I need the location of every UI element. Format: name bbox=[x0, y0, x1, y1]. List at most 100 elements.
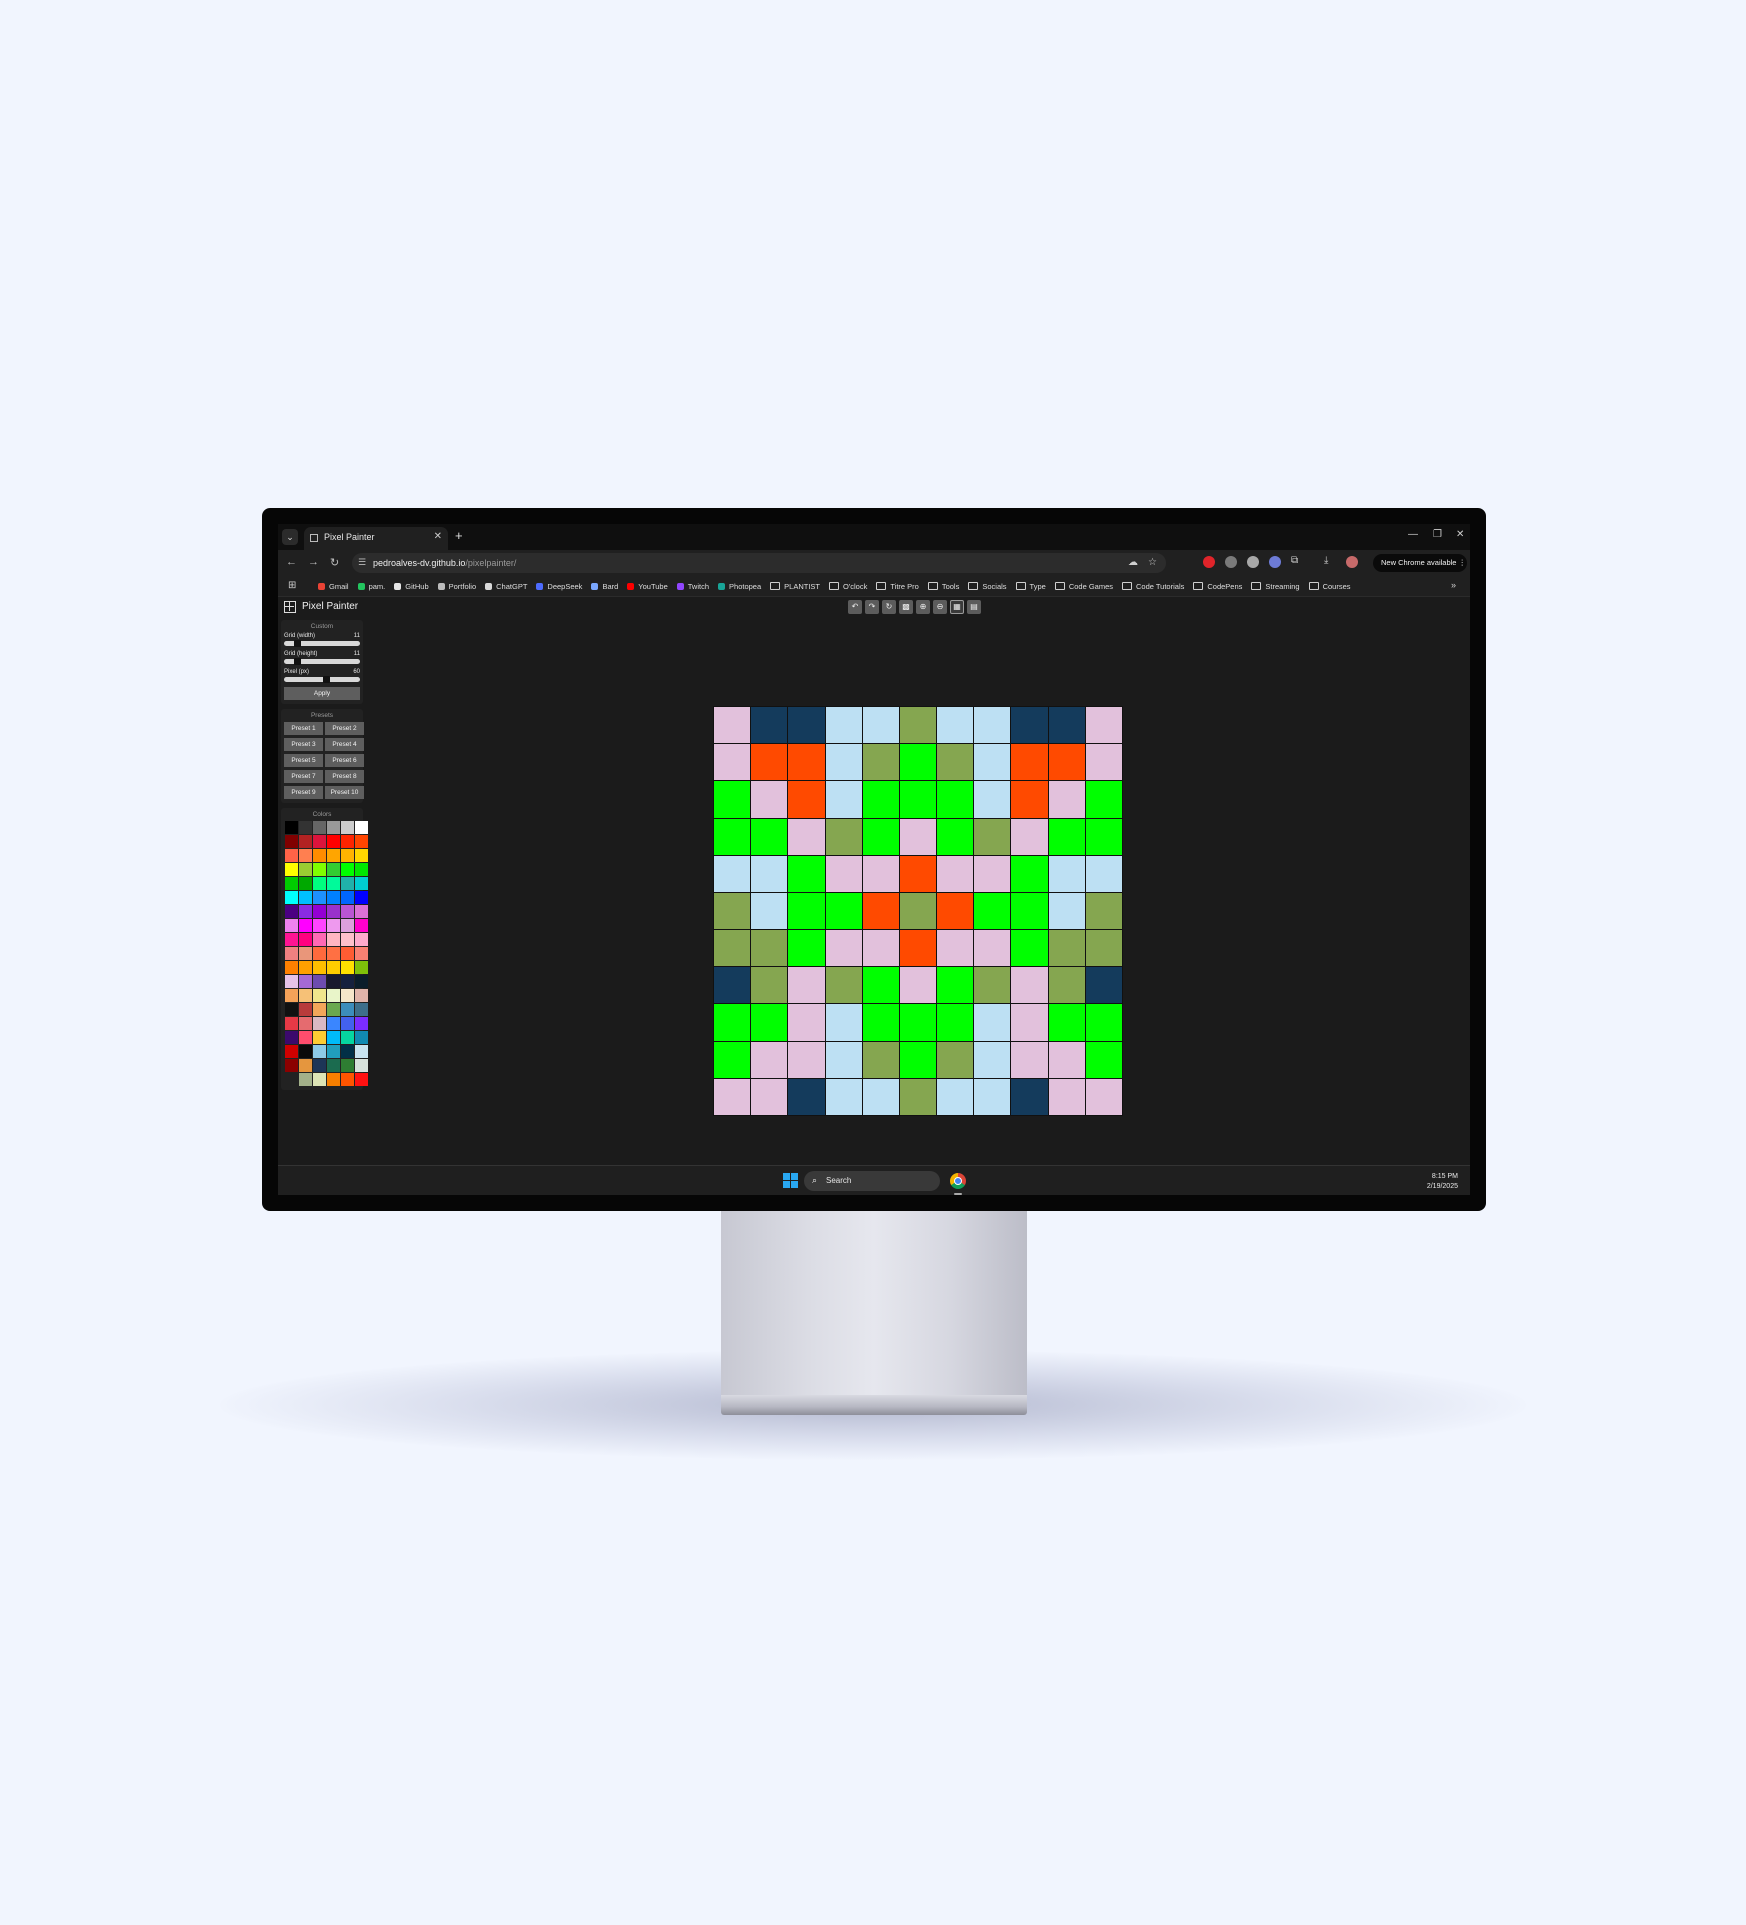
extension-blue-icon[interactable] bbox=[1269, 556, 1281, 568]
canvas-pixel[interactable] bbox=[1011, 967, 1048, 1004]
color-swatch[interactable] bbox=[341, 891, 354, 904]
color-swatch[interactable] bbox=[341, 1017, 354, 1030]
canvas-pixel[interactable] bbox=[862, 930, 899, 967]
color-swatch[interactable] bbox=[327, 1045, 340, 1058]
canvas-pixel[interactable] bbox=[751, 855, 788, 892]
preset-10-button[interactable]: Preset 10 bbox=[325, 786, 364, 799]
canvas-pixel[interactable] bbox=[751, 1041, 788, 1078]
color-swatch[interactable] bbox=[313, 849, 326, 862]
cloud-icon[interactable]: ☁ bbox=[1128, 557, 1138, 568]
canvas-pixel[interactable] bbox=[1011, 818, 1048, 855]
color-swatch[interactable] bbox=[299, 1059, 312, 1072]
canvas-pixel[interactable] bbox=[899, 967, 937, 1004]
color-swatch[interactable] bbox=[299, 975, 312, 988]
color-swatch[interactable] bbox=[355, 1031, 368, 1044]
color-swatch[interactable] bbox=[327, 835, 340, 848]
color-swatch[interactable] bbox=[285, 877, 298, 890]
grid-height-slider-thumb[interactable] bbox=[293, 658, 301, 665]
bookmark-streaming[interactable]: Streaming bbox=[1251, 582, 1300, 591]
canvas-pixel[interactable] bbox=[714, 930, 751, 967]
canvas-pixel[interactable] bbox=[974, 744, 1011, 781]
bookmark-o-clock[interactable]: O'clock bbox=[829, 582, 867, 591]
color-swatch[interactable] bbox=[299, 919, 312, 932]
canvas-pixel[interactable] bbox=[862, 818, 899, 855]
bookmark-youtube[interactable]: YouTube bbox=[627, 582, 668, 591]
canvas-pixel[interactable] bbox=[862, 781, 899, 818]
color-swatch[interactable] bbox=[341, 989, 354, 1002]
bookmark-titre-pro[interactable]: Titre Pro bbox=[876, 582, 919, 591]
redo-icon[interactable]: ↷ bbox=[865, 600, 879, 614]
chrome-taskbar-icon[interactable] bbox=[950, 1173, 966, 1189]
canvas-pixel[interactable] bbox=[825, 707, 862, 744]
color-swatch[interactable] bbox=[285, 933, 298, 946]
forward-icon[interactable]: → bbox=[308, 556, 319, 568]
grid-toggle-icon[interactable]: ▦ bbox=[950, 600, 964, 614]
canvas-pixel[interactable] bbox=[788, 967, 825, 1004]
canvas-pixel[interactable] bbox=[751, 744, 788, 781]
color-swatch[interactable] bbox=[313, 891, 326, 904]
canvas-pixel[interactable] bbox=[825, 855, 862, 892]
address-bar[interactable]: ☰ pedroalves-dv.github.io/pixelpainter/ … bbox=[352, 553, 1166, 573]
color-swatch[interactable] bbox=[341, 1045, 354, 1058]
color-swatch[interactable] bbox=[341, 1031, 354, 1044]
color-swatch[interactable] bbox=[313, 863, 326, 876]
color-swatch[interactable] bbox=[299, 961, 312, 974]
canvas-pixel[interactable] bbox=[1048, 967, 1085, 1004]
color-swatch[interactable] bbox=[313, 919, 326, 932]
canvas-pixel[interactable] bbox=[1048, 744, 1085, 781]
color-swatch[interactable] bbox=[313, 989, 326, 1002]
canvas-pixel[interactable] bbox=[788, 855, 825, 892]
canvas-pixel[interactable] bbox=[974, 1041, 1011, 1078]
color-swatch[interactable] bbox=[285, 891, 298, 904]
restore-icon[interactable]: ❐ bbox=[1433, 529, 1442, 540]
canvas-pixel[interactable] bbox=[974, 855, 1011, 892]
color-swatch[interactable] bbox=[299, 989, 312, 1002]
canvas-pixel[interactable] bbox=[825, 818, 862, 855]
color-swatch[interactable] bbox=[341, 1059, 354, 1072]
canvas-pixel[interactable] bbox=[1011, 855, 1048, 892]
canvas-pixel[interactable] bbox=[1011, 781, 1048, 818]
apps-grid-icon[interactable]: ⊞ bbox=[288, 580, 296, 591]
color-swatch[interactable] bbox=[313, 835, 326, 848]
color-swatch[interactable] bbox=[327, 1059, 340, 1072]
canvas-pixel[interactable] bbox=[788, 1078, 825, 1115]
color-swatch[interactable] bbox=[285, 919, 298, 932]
extensions-puzzle-icon[interactable]: ⧉ bbox=[1291, 555, 1298, 566]
bookmark-plantist[interactable]: PLANTIST bbox=[770, 582, 820, 591]
color-swatch[interactable] bbox=[299, 1073, 312, 1086]
canvas-pixel[interactable] bbox=[974, 818, 1011, 855]
color-swatch[interactable] bbox=[341, 821, 354, 834]
taskbar-search[interactable]: ⌕ Search bbox=[804, 1171, 940, 1191]
color-swatch[interactable] bbox=[299, 877, 312, 890]
color-swatch[interactable] bbox=[299, 835, 312, 848]
color-swatch[interactable] bbox=[285, 1059, 298, 1072]
bookmark-deepseek[interactable]: DeepSeek bbox=[536, 582, 582, 591]
canvas-pixel[interactable] bbox=[788, 781, 825, 818]
bookmark-tools[interactable]: Tools bbox=[927, 582, 959, 591]
zoom-in-icon[interactable]: ⊕ bbox=[916, 600, 930, 614]
bookmark-codepens[interactable]: CodePens bbox=[1193, 582, 1242, 591]
canvas-pixel[interactable] bbox=[1048, 1078, 1085, 1115]
canvas-pixel[interactable] bbox=[714, 1041, 751, 1078]
canvas-pixel[interactable] bbox=[862, 967, 899, 1004]
canvas-pixel[interactable] bbox=[751, 781, 788, 818]
color-swatch[interactable] bbox=[285, 905, 298, 918]
color-swatch[interactable] bbox=[355, 891, 368, 904]
canvas-pixel[interactable] bbox=[899, 781, 937, 818]
color-swatch[interactable] bbox=[313, 905, 326, 918]
bookmark-chatgpt[interactable]: ChatGPT bbox=[485, 582, 527, 591]
tab-close-icon[interactable]: ✕ bbox=[434, 531, 442, 542]
color-swatch[interactable] bbox=[313, 1031, 326, 1044]
canvas-pixel[interactable] bbox=[714, 707, 751, 744]
canvas-pixel[interactable] bbox=[1048, 892, 1085, 930]
canvas-pixel[interactable] bbox=[1011, 1078, 1048, 1115]
canvas-pixel[interactable] bbox=[825, 930, 862, 967]
site-info-icon[interactable]: ☰ bbox=[358, 557, 366, 568]
color-swatch[interactable] bbox=[341, 877, 354, 890]
canvas-pixel[interactable] bbox=[862, 707, 899, 744]
canvas-pixel[interactable] bbox=[937, 1041, 974, 1078]
pixel-canvas[interactable] bbox=[713, 706, 1123, 1116]
pixel-size-slider[interactable] bbox=[284, 676, 360, 683]
windows-start-icon[interactable] bbox=[783, 1173, 798, 1188]
canvas-pixel[interactable] bbox=[825, 1078, 862, 1115]
